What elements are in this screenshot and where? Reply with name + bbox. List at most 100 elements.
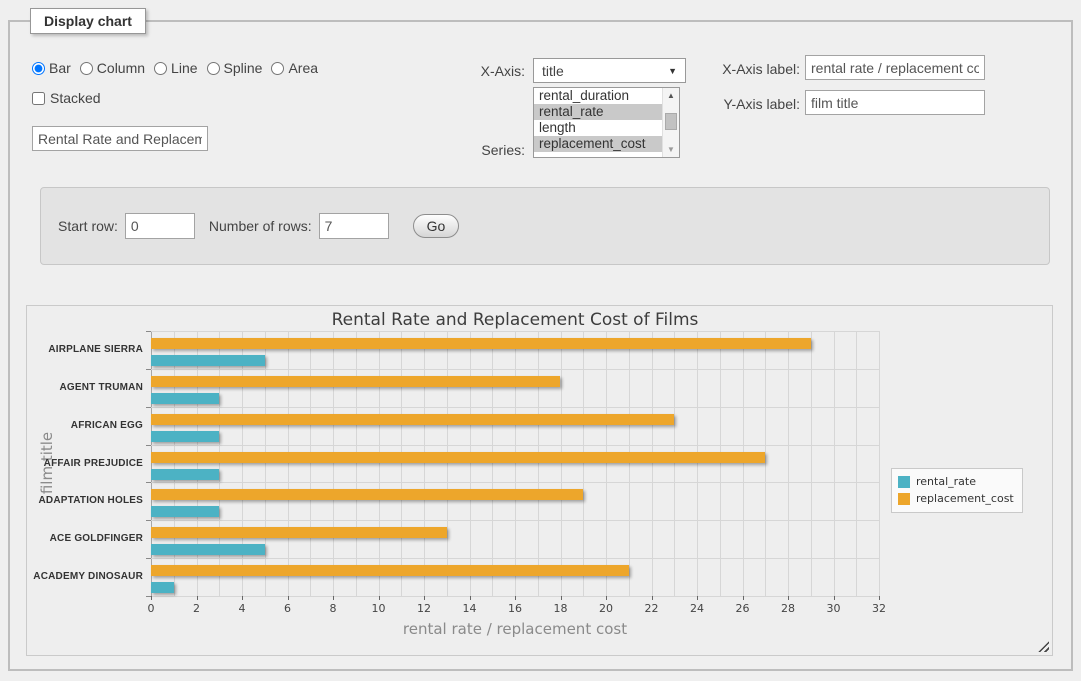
fieldset-legend: Display chart bbox=[30, 8, 146, 34]
num-rows-label: Number of rows: bbox=[209, 218, 312, 234]
gridline-vertical bbox=[765, 331, 766, 596]
category-axis-tick bbox=[146, 331, 151, 332]
scrollbar-thumb[interactable] bbox=[665, 113, 677, 130]
bar-rental_rate[interactable] bbox=[151, 393, 219, 404]
gridline-vertical bbox=[788, 331, 789, 596]
start-row-input[interactable] bbox=[125, 213, 195, 239]
x-axis-tick bbox=[697, 596, 698, 600]
bar-rental_rate[interactable] bbox=[151, 506, 219, 517]
bar-rental_rate[interactable] bbox=[151, 582, 174, 593]
bar-replacement_cost[interactable] bbox=[151, 338, 811, 349]
chart-type-option-line[interactable]: Line bbox=[154, 60, 197, 76]
legend-item-rental_rate[interactable]: rental_rate bbox=[898, 473, 1014, 490]
gridline-vertical bbox=[606, 331, 607, 596]
display-chart-fieldset: Display chart BarColumnLineSplineArea St… bbox=[8, 20, 1073, 671]
series-option-rental_duration[interactable]: rental_duration bbox=[534, 88, 679, 104]
chart-type-radio-line[interactable] bbox=[154, 62, 167, 75]
y-axis-label-label: Y-Axis label: bbox=[712, 96, 800, 112]
x-axis-tick bbox=[424, 596, 425, 600]
gridline-vertical bbox=[561, 331, 562, 596]
bar-replacement_cost[interactable] bbox=[151, 414, 674, 425]
category-label: AFRICAN EGG bbox=[27, 420, 143, 432]
resize-handle-icon[interactable] bbox=[1038, 641, 1049, 652]
y-axis-label-input[interactable] bbox=[805, 90, 985, 115]
series-option-length[interactable]: length bbox=[534, 120, 679, 136]
x-axis-tick-label: 8 bbox=[318, 602, 348, 615]
bar-rental_rate[interactable] bbox=[151, 469, 219, 480]
bar-rental_rate[interactable] bbox=[151, 431, 219, 442]
chart-type-option-column[interactable]: Column bbox=[80, 60, 145, 76]
x-axis-select-label: X-Axis: bbox=[450, 63, 525, 79]
chart-title-input[interactable] bbox=[32, 126, 208, 151]
gridline-vertical bbox=[174, 331, 175, 596]
series-listbox-scrollbar[interactable]: ▲ ▼ bbox=[662, 88, 679, 157]
chart-type-radio-area[interactable] bbox=[271, 62, 284, 75]
bar-rental_rate[interactable] bbox=[151, 544, 265, 555]
stacked-checkbox-row: Stacked bbox=[32, 90, 101, 106]
chart-type-radio-label: Column bbox=[97, 60, 145, 76]
scroll-up-icon[interactable]: ▲ bbox=[663, 88, 679, 103]
gridline-horizontal bbox=[151, 407, 879, 408]
gridline-vertical bbox=[743, 331, 744, 596]
x-axis-tick bbox=[743, 596, 744, 600]
category-axis-tick bbox=[146, 369, 151, 370]
chart-type-option-spline[interactable]: Spline bbox=[207, 60, 263, 76]
chart-title: Rental Rate and Replacement Cost of Film… bbox=[151, 310, 879, 330]
gridline-vertical bbox=[629, 331, 630, 596]
chart-type-option-area[interactable]: Area bbox=[271, 60, 318, 76]
bar-replacement_cost[interactable] bbox=[151, 527, 447, 538]
x-axis-tick-label: 4 bbox=[227, 602, 257, 615]
chart-type-radio-bar[interactable] bbox=[32, 62, 45, 75]
chart-type-radio-group: Bar Column Line Spline Area bbox=[32, 60, 318, 76]
bar-replacement_cost[interactable] bbox=[151, 452, 765, 463]
x-axis-tick-label: 6 bbox=[273, 602, 303, 615]
x-axis-selected-value: title bbox=[542, 63, 564, 79]
x-axis-tick-label: 24 bbox=[682, 602, 712, 615]
x-axis-tick-label: 20 bbox=[591, 602, 621, 615]
bar-replacement_cost[interactable] bbox=[151, 489, 583, 500]
category-label: ACE GOLDFINGER bbox=[27, 533, 143, 545]
scroll-down-icon[interactable]: ▼ bbox=[663, 142, 679, 157]
category-axis-tick bbox=[146, 445, 151, 446]
gridline-horizontal bbox=[151, 558, 879, 559]
gridline-horizontal bbox=[151, 482, 879, 483]
x-axis-select[interactable]: title ▼ bbox=[533, 58, 686, 83]
category-axis-tick bbox=[146, 520, 151, 521]
gridline-vertical bbox=[470, 331, 471, 596]
x-axis-tick bbox=[879, 596, 880, 600]
x-axis-label-label: X-Axis label: bbox=[712, 61, 800, 77]
chart-type-radio-spline[interactable] bbox=[207, 62, 220, 75]
go-button[interactable]: Go bbox=[413, 214, 460, 238]
gridline-horizontal bbox=[151, 520, 879, 521]
x-axis-tick bbox=[379, 596, 380, 600]
x-axis-tick bbox=[834, 596, 835, 600]
legend-label: rental_rate bbox=[916, 475, 976, 488]
x-axis-label-input[interactable] bbox=[805, 55, 985, 80]
chart-type-radio-column[interactable] bbox=[80, 62, 93, 75]
x-axis-tick bbox=[333, 596, 334, 600]
bar-rental_rate[interactable] bbox=[151, 355, 265, 366]
category-label: AGENT TRUMAN bbox=[27, 382, 143, 394]
gridline-vertical bbox=[583, 331, 584, 596]
bar-replacement_cost[interactable] bbox=[151, 565, 629, 576]
x-axis-tick bbox=[606, 596, 607, 600]
chart-type-option-bar[interactable]: Bar bbox=[32, 60, 71, 76]
gridline-vertical bbox=[310, 331, 311, 596]
gridline-vertical bbox=[219, 331, 220, 596]
x-axis-tick bbox=[242, 596, 243, 600]
gridline-vertical bbox=[834, 331, 835, 596]
gridline-vertical bbox=[720, 331, 721, 596]
stacked-checkbox[interactable] bbox=[32, 92, 45, 105]
chart-type-radio-label: Bar bbox=[49, 60, 71, 76]
x-axis-tick-label: 26 bbox=[728, 602, 758, 615]
num-rows-input[interactable] bbox=[319, 213, 389, 239]
category-label: AIRPLANE SIERRA bbox=[27, 344, 143, 356]
series-listbox[interactable]: ▲ ▼ rental_durationrental_ratelengthrepl… bbox=[533, 87, 680, 158]
bar-replacement_cost[interactable] bbox=[151, 376, 560, 387]
gridline-vertical bbox=[697, 331, 698, 596]
legend-item-replacement_cost[interactable]: replacement_cost bbox=[898, 490, 1014, 507]
series-option-replacement_cost[interactable]: replacement_cost bbox=[534, 136, 679, 152]
chart-type-radio-label: Area bbox=[288, 60, 318, 76]
series-option-rental_rate[interactable]: rental_rate bbox=[534, 104, 679, 120]
chart-legend: rental_rate replacement_cost bbox=[891, 468, 1023, 513]
